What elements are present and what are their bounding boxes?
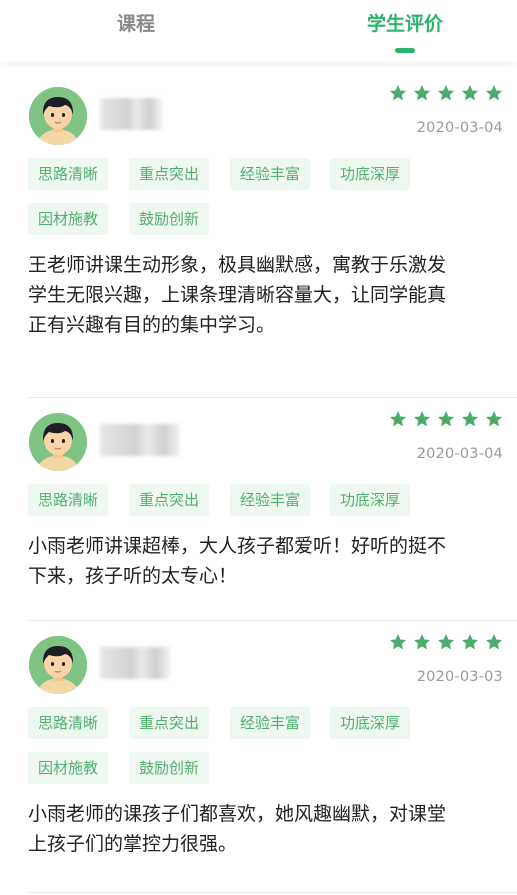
review-date: 2020-03-03 [416, 669, 503, 685]
star-icon [413, 634, 431, 650]
star-icon [485, 85, 503, 101]
star-icon [437, 634, 455, 650]
tag: 重点突出 [129, 484, 210, 516]
rating-stars [389, 84, 503, 106]
tag: 重点突出 [129, 158, 210, 190]
review-card: 2020-03-04 思路清晰 重点突出 经验丰富 功底深厚 因材施教 鼓励创新… [0, 72, 517, 397]
review-content: 小雨老师的课孩子们都喜欢，她风趣幽默，对课堂上孩子们的掌控力很强。 [28, 803, 447, 855]
review-card: 2020-03-04 思路清晰 重点突出 经验丰富 功底深厚 小雨老师讲课超棒，… [0, 398, 517, 620]
avatar [29, 413, 87, 471]
star-icon [413, 85, 431, 101]
avatar-boy-icon [29, 413, 87, 471]
tag: 鼓励创新 [129, 203, 210, 235]
review-content: 王老师讲课生动形象，极具幽默感，寓教于乐激发学生无限兴趣，上课条理清晰容量大，让… [28, 254, 447, 336]
star-icon [461, 85, 479, 101]
review-card: 2020-03-03 思路清晰 重点突出 经验丰富 功底深厚 因材施教 鼓励创新… [0, 621, 517, 895]
divider [28, 892, 517, 893]
tag: 因材施教 [28, 203, 109, 235]
star-icon [461, 411, 479, 427]
tag: 经验丰富 [230, 484, 311, 516]
star-icon [437, 411, 455, 427]
avatar [29, 636, 87, 694]
avatar-boy-icon [29, 636, 87, 694]
tag: 功底深厚 [330, 707, 411, 739]
avatar-boy-icon [29, 87, 87, 145]
star-icon [389, 634, 407, 650]
tab-student-reviews[interactable]: 学生评价 [355, 10, 455, 38]
rating-stars [389, 410, 503, 432]
review-date: 2020-03-04 [416, 120, 503, 136]
review-date: 2020-03-04 [416, 446, 503, 462]
tag: 重点突出 [129, 707, 210, 739]
star-icon [461, 634, 479, 650]
star-icon [413, 411, 431, 427]
rating-stars [389, 633, 503, 655]
star-icon [485, 411, 503, 427]
review-content: 小雨老师讲课超棒，大人孩子都爱听！好听的挺不下来，孩子听的太专心！ [28, 535, 447, 587]
avatar [29, 87, 87, 145]
star-icon [437, 85, 455, 101]
tag: 思路清晰 [28, 707, 109, 739]
star-icon [389, 411, 407, 427]
tab-active-indicator [395, 48, 415, 53]
star-icon [389, 85, 407, 101]
star-icon [485, 634, 503, 650]
tab-bar: 课程 学生评价 [0, 0, 517, 62]
tag: 鼓励创新 [129, 752, 210, 784]
tag: 功底深厚 [330, 484, 411, 516]
tag: 思路清晰 [28, 484, 109, 516]
tab-course[interactable]: 课程 [86, 10, 186, 38]
tag: 因材施教 [28, 752, 109, 784]
reviewer-name-blurred [100, 424, 180, 456]
tag: 经验丰富 [230, 707, 311, 739]
tag: 功底深厚 [330, 158, 411, 190]
reviewer-name-blurred [100, 98, 162, 130]
reviewer-name-blurred [100, 647, 170, 679]
tag: 经验丰富 [230, 158, 311, 190]
tag: 思路清晰 [28, 158, 109, 190]
